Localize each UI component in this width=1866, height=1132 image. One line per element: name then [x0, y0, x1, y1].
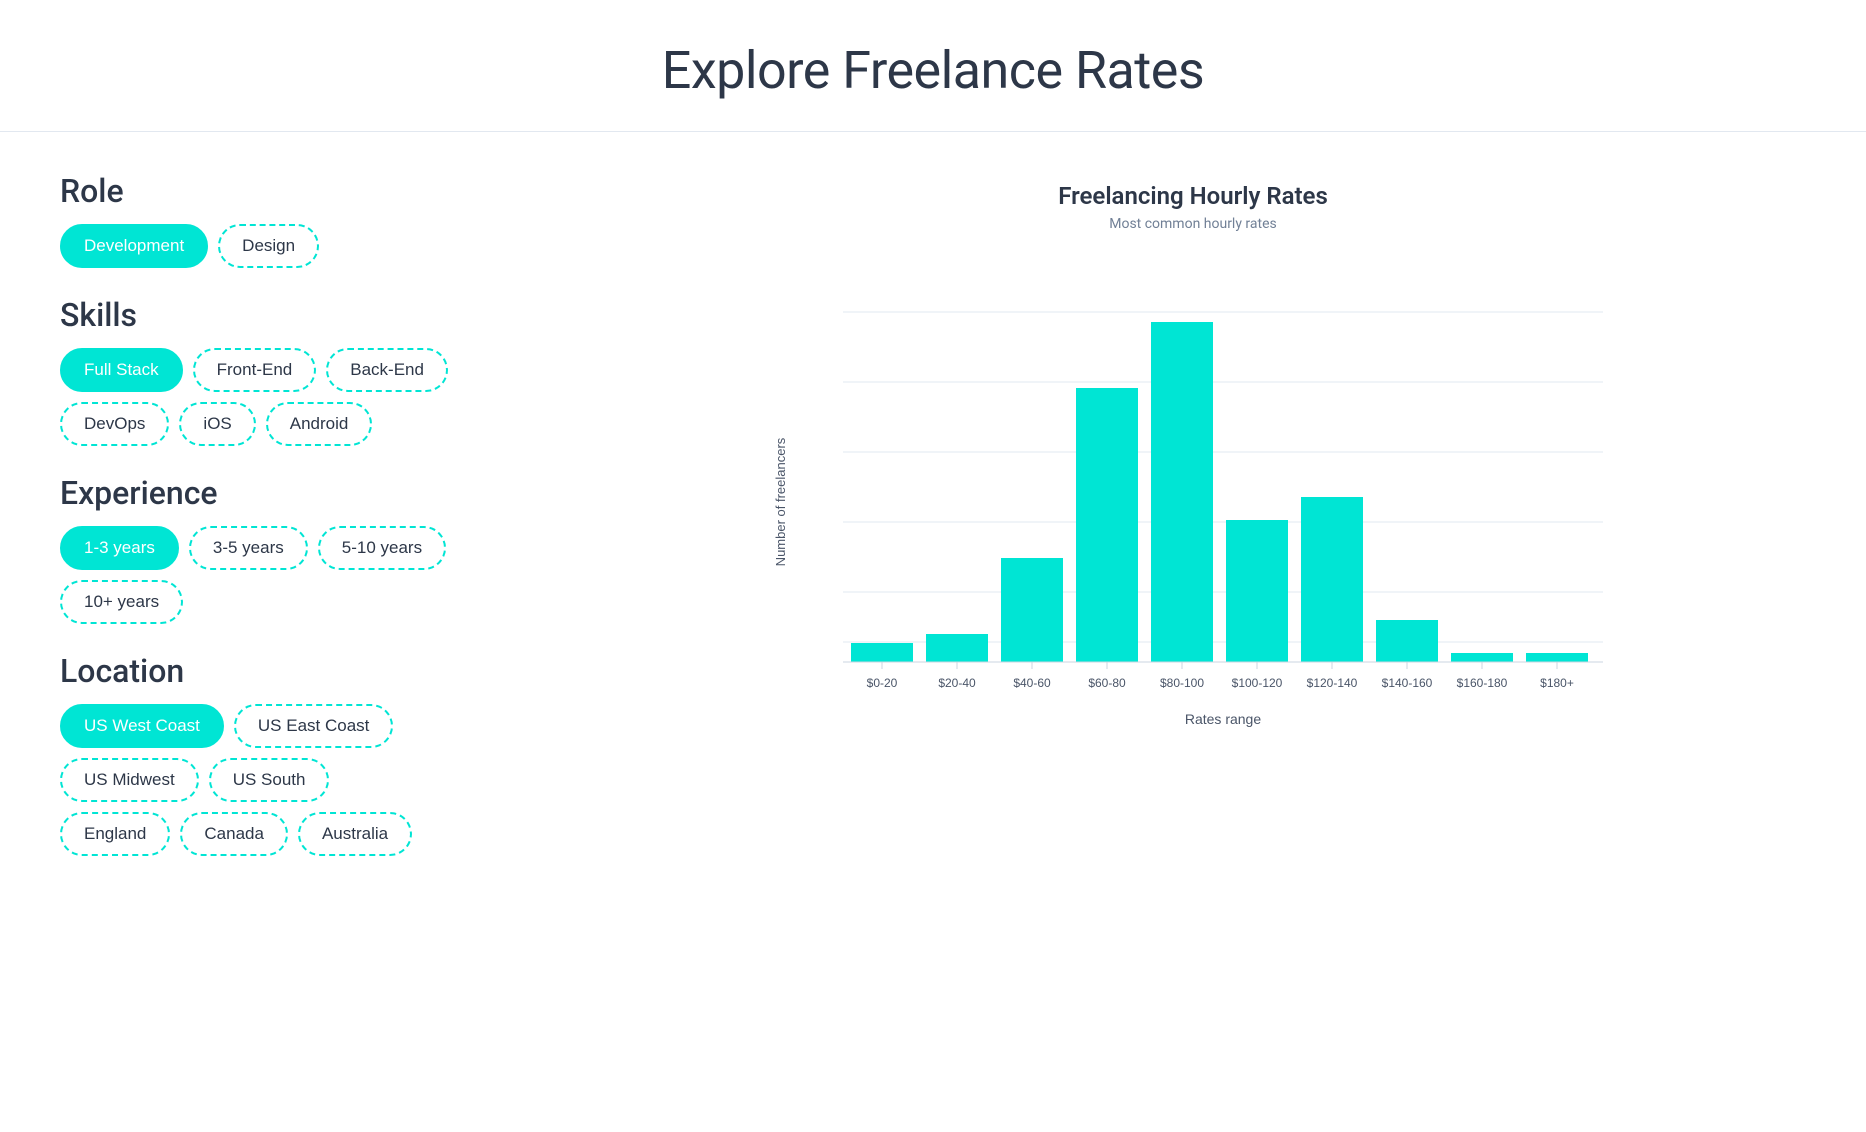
svg-text:$60-80: $60-80 — [1088, 676, 1126, 690]
experience-row-1: 1-3 years 3-5 years 5-10 years — [60, 526, 520, 570]
role-section: Role Development Design — [60, 172, 520, 268]
experience-section: Experience 1-3 years 3-5 years 5-10 year… — [60, 474, 520, 624]
bar-120-140 — [1301, 497, 1363, 662]
chip-england[interactable]: England — [60, 812, 170, 856]
bar-160-180 — [1451, 653, 1513, 662]
chip-android[interactable]: Android — [266, 402, 373, 446]
bar-20-40 — [926, 634, 988, 662]
skills-label: Skills — [60, 296, 520, 334]
chip-us-east-coast[interactable]: US East Coast — [234, 704, 394, 748]
svg-text:$180+: $180+ — [1540, 676, 1574, 690]
role-chips: Development Design — [60, 224, 520, 268]
svg-text:Rates range: Rates range — [1185, 711, 1261, 727]
page-title: Explore Freelance Rates — [20, 40, 1846, 101]
experience-label: Experience — [60, 474, 520, 512]
svg-text:$20-40: $20-40 — [938, 676, 976, 690]
page-header: Explore Freelance Rates — [0, 0, 1866, 132]
chip-development[interactable]: Development — [60, 224, 208, 268]
bar-80-100 — [1151, 322, 1213, 662]
chip-full-stack[interactable]: Full Stack — [60, 348, 183, 392]
chip-design[interactable]: Design — [218, 224, 319, 268]
chip-3-5-years[interactable]: 3-5 years — [189, 526, 308, 570]
skills-row-2: DevOps iOS Android — [60, 402, 520, 446]
svg-text:$0-20: $0-20 — [867, 676, 898, 690]
bar-40-60 — [1001, 558, 1063, 662]
svg-text:Number of freelancers: Number of freelancers — [773, 437, 788, 566]
chip-back-end[interactable]: Back-End — [326, 348, 448, 392]
chip-us-south[interactable]: US South — [209, 758, 330, 802]
bar-60-80 — [1076, 388, 1138, 662]
role-label: Role — [60, 172, 520, 210]
bar-180-plus — [1526, 653, 1588, 662]
skills-section: Skills Full Stack Front-End Back-End Dev… — [60, 296, 520, 446]
location-label: Location — [60, 652, 520, 690]
location-section: Location US West Coast US East Coast US … — [60, 652, 520, 856]
chip-ios[interactable]: iOS — [179, 402, 255, 446]
location-row-1: US West Coast US East Coast — [60, 704, 520, 748]
location-row-3: England Canada Australia — [60, 812, 520, 856]
chart-panel: Freelancing Hourly Rates Most common hou… — [580, 172, 1806, 884]
chip-australia[interactable]: Australia — [298, 812, 412, 856]
chip-front-end[interactable]: Front-End — [193, 348, 317, 392]
chip-1-3-years[interactable]: 1-3 years — [60, 526, 179, 570]
filters-panel: Role Development Design Skills Full Stac… — [60, 172, 520, 884]
chip-5-10-years[interactable]: 5-10 years — [318, 526, 446, 570]
chip-devops[interactable]: DevOps — [60, 402, 169, 446]
chart-title: Freelancing Hourly Rates — [1058, 182, 1328, 210]
svg-text:$140-160: $140-160 — [1382, 676, 1433, 690]
bar-chart: Number of freelancers — [580, 262, 1806, 742]
experience-row-2: 10+ years — [60, 580, 520, 624]
location-row-2: US Midwest US South — [60, 758, 520, 802]
svg-text:$120-140: $120-140 — [1307, 676, 1358, 690]
skills-row-1: Full Stack Front-End Back-End — [60, 348, 520, 392]
chip-us-west-coast[interactable]: US West Coast — [60, 704, 224, 748]
chart-subtitle: Most common hourly rates — [1109, 216, 1277, 232]
svg-text:$160-180: $160-180 — [1457, 676, 1508, 690]
svg-text:$40-60: $40-60 — [1013, 676, 1051, 690]
bar-100-120 — [1226, 520, 1288, 662]
chip-canada[interactable]: Canada — [180, 812, 288, 856]
chip-10-years[interactable]: 10+ years — [60, 580, 183, 624]
bar-140-160 — [1376, 620, 1438, 662]
chip-us-midwest[interactable]: US Midwest — [60, 758, 199, 802]
svg-text:$80-100: $80-100 — [1160, 676, 1204, 690]
chart-container: Number of freelancers — [580, 262, 1806, 746]
main-content: Role Development Design Skills Full Stac… — [0, 132, 1866, 924]
bar-0-20 — [851, 643, 913, 662]
svg-text:$100-120: $100-120 — [1232, 676, 1283, 690]
